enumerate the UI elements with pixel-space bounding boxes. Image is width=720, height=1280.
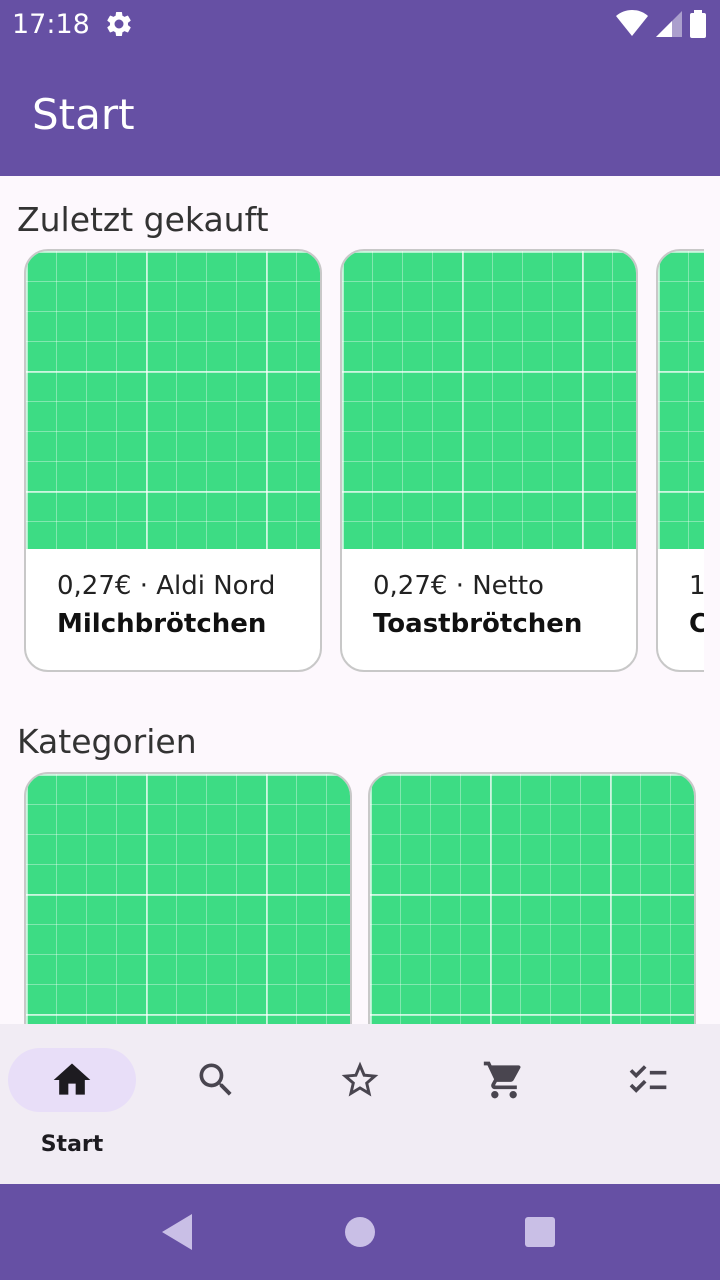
category-image	[370, 774, 694, 1024]
home-button-icon[interactable]	[344, 1214, 376, 1250]
product-name: Toastbrötchen	[373, 609, 583, 639]
product-meta: 1	[689, 571, 704, 601]
top-app-bar: Start	[0, 48, 720, 176]
status-icons	[616, 10, 706, 38]
page-title: Start	[32, 90, 135, 139]
recent-section-title: Zuletzt gekauft	[17, 200, 269, 239]
product-image	[342, 251, 636, 549]
signal-icon	[656, 11, 682, 37]
status-time: 17:18	[12, 9, 90, 40]
product-name: Milchbrötchen	[57, 609, 267, 639]
system-navigation-bar	[0, 1184, 720, 1280]
cart-icon	[483, 1061, 521, 1099]
product-name: C	[689, 609, 704, 639]
product-meta: 0,27€ · Aldi Nord	[57, 571, 276, 601]
nav-item-checklist[interactable]	[576, 1024, 720, 1184]
bottom-navigation: Start	[0, 1024, 720, 1184]
search-icon	[199, 1063, 232, 1096]
category-image	[26, 774, 350, 1024]
recents-icon[interactable]	[524, 1214, 556, 1250]
nav-item-start[interactable]: Start	[0, 1024, 144, 1184]
product-image	[658, 251, 704, 549]
recent-carousel[interactable]: 0,27€ · Aldi Nord Milchbrötchen 0,27€ · …	[24, 249, 704, 673]
star-icon	[341, 1061, 379, 1097]
nav-item-favorites[interactable]	[288, 1024, 432, 1184]
nav-label-start: Start	[40, 1132, 104, 1157]
gear-icon	[107, 11, 131, 37]
category-card[interactable]	[368, 772, 696, 1024]
checklist-icon	[629, 1065, 667, 1093]
main-content[interactable]: Zuletzt gekauft 0,27€ · Aldi Nord Milchb…	[0, 176, 720, 1024]
category-card[interactable]	[24, 772, 352, 1024]
battery-icon	[690, 10, 706, 38]
status-bar: 17:18	[0, 0, 720, 48]
wifi-icon	[616, 10, 648, 36]
product-card[interactable]: 0,27€ · Aldi Nord Milchbrötchen	[24, 249, 322, 672]
nav-item-search[interactable]	[144, 1024, 288, 1184]
product-card[interactable]: 0,27€ · Netto Toastbrötchen	[340, 249, 638, 672]
product-meta: 0,27€ · Netto	[373, 571, 544, 601]
categories-section-title: Kategorien	[17, 722, 197, 761]
product-card[interactable]: 1 C	[656, 249, 704, 672]
product-image	[26, 251, 320, 549]
back-icon[interactable]	[162, 1214, 194, 1250]
home-icon	[53, 1063, 91, 1095]
nav-item-cart[interactable]	[432, 1024, 576, 1184]
